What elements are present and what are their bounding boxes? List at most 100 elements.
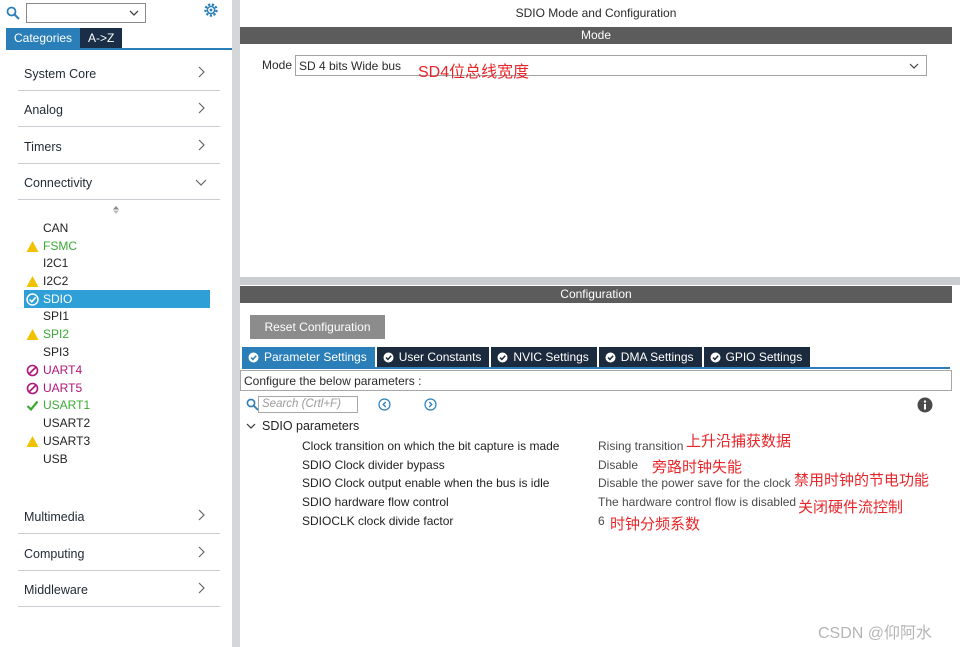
list-item-usart1[interactable]: USART1 [24, 396, 210, 414]
tab-gpio-settings[interactable]: GPIO Settings [703, 347, 811, 367]
list-item-spi2[interactable]: SPI2 [24, 325, 210, 343]
item-label: SPI1 [43, 309, 70, 323]
param-name[interactable]: SDIO Clock output enable when the bus is… [302, 476, 549, 490]
mode-annotation: SD4位总线宽度 [418, 64, 530, 81]
parameter-search-input[interactable]: Search (Crtl+F) [258, 396, 358, 413]
tab-user-constants[interactable]: User Constants [376, 347, 490, 367]
configure-hint: Configure the below parameters : [240, 370, 952, 391]
list-item-spi1[interactable]: SPI1 [24, 307, 210, 325]
category-timers[interactable]: Timers [18, 128, 220, 164]
param-name[interactable]: Clock transition on which the bit captur… [302, 439, 559, 453]
chevron-right-icon [198, 66, 205, 78]
param-value[interactable]: The hardware control flow is disabled [598, 495, 796, 509]
tab-dma-settings[interactable]: DMA Settings [598, 347, 702, 367]
category-system-core[interactable]: System Core [18, 55, 220, 91]
checkmark-icon [26, 400, 39, 412]
category-multimedia[interactable]: Multimedia [18, 498, 220, 534]
param-annotation: 时钟分频系数 [610, 516, 701, 533]
categories-panel: Categories A->Z System Core Analog Timer… [0, 0, 232, 647]
param-annotation: 禁用时钟的节电功能 [794, 472, 930, 489]
item-label: USART2 [43, 416, 91, 430]
reset-configuration-button[interactable]: Reset Configuration [250, 315, 385, 339]
warning-icon [26, 276, 39, 287]
tab-parameter-settings[interactable]: Parameter Settings [242, 347, 375, 367]
previous-result-icon[interactable] [378, 398, 391, 411]
tab-underline [6, 48, 232, 50]
mode-section-header: Mode [240, 27, 952, 44]
check-circle-icon [248, 352, 259, 362]
param-name[interactable]: SDIOCLK clock divide factor [302, 514, 453, 528]
info-icon[interactable] [917, 397, 933, 413]
parameter-search: Search (Crtl+F) [246, 396, 358, 413]
disabled-icon [26, 382, 39, 395]
item-label: I2C1 [43, 256, 69, 270]
watermark: CSDN @仰阿水 [818, 625, 933, 642]
item-label: SDIO [43, 292, 73, 306]
list-item-spi3[interactable]: SPI3 [24, 343, 210, 361]
list-item-i2c2[interactable]: I2C2 [24, 272, 210, 290]
list-item-usart3[interactable]: USART3 [24, 432, 210, 450]
next-result-icon[interactable] [424, 398, 437, 411]
category-computing[interactable]: Computing [18, 535, 220, 571]
tabs-underline [242, 367, 950, 369]
list-item-usb[interactable]: USB [24, 450, 210, 468]
panel-splitter[interactable] [232, 0, 240, 647]
check-circle-icon [26, 293, 39, 306]
check-circle-icon [710, 352, 720, 362]
tab-label: Parameter Settings [264, 350, 367, 364]
chevron-right-icon [198, 582, 205, 594]
chevron-right-icon [198, 546, 205, 558]
list-item-sdio[interactable]: SDIO [24, 290, 210, 308]
list-item-uart4[interactable]: UART4 [24, 361, 210, 379]
tab-label: NVIC Settings [513, 350, 589, 364]
list-item-uart5[interactable]: UART5 [24, 379, 210, 397]
mode-select[interactable]: SD 4 bits Wide bus [295, 55, 927, 76]
list-item-usart2[interactable]: USART2 [24, 414, 210, 432]
chevron-down-icon [246, 423, 256, 429]
tab-a-z[interactable]: A->Z [80, 28, 123, 48]
section-splitter[interactable] [240, 277, 960, 285]
param-value[interactable]: 6 [598, 514, 605, 528]
warning-icon [26, 436, 39, 447]
check-circle-icon [497, 352, 508, 362]
category-middleware[interactable]: Middleware [18, 571, 220, 607]
search-icon[interactable] [6, 6, 20, 20]
chevron-right-icon [198, 509, 205, 521]
item-label: SPI3 [43, 345, 70, 359]
tab-nvic-settings[interactable]: NVIC Settings [491, 347, 597, 367]
param-value[interactable]: Rising transition [598, 439, 683, 453]
chevron-right-icon [198, 139, 205, 151]
item-label: CAN [43, 221, 69, 235]
item-label: I2C2 [43, 274, 69, 288]
category-analog[interactable]: Analog [18, 91, 220, 127]
category-search-input[interactable] [26, 3, 146, 23]
param-name[interactable]: SDIO Clock divider bypass [302, 458, 445, 472]
configuration-section-header: Configuration [240, 286, 952, 303]
gear-icon[interactable] [202, 1, 220, 19]
list-item-fsmc[interactable]: FSMC [24, 237, 210, 255]
item-label: UART5 [43, 381, 83, 395]
page-title: SDIO Mode and Configuration [515, 6, 677, 20]
category-label: Timers [24, 140, 62, 154]
tab-label: DMA Settings [620, 350, 694, 364]
category-label: Multimedia [24, 510, 85, 524]
disabled-icon [26, 364, 39, 377]
list-item-i2c1[interactable]: I2C1 [24, 254, 210, 272]
param-name[interactable]: SDIO hardware flow control [302, 495, 449, 509]
chevron-down-icon [909, 63, 919, 69]
chevron-down-icon [195, 179, 207, 186]
param-value[interactable]: Disable [598, 458, 638, 472]
parameter-group-sdio[interactable]: SDIO parameters [246, 419, 359, 433]
category-connectivity[interactable]: Connectivity [18, 164, 220, 200]
tab-label: User Constants [398, 350, 482, 364]
list-item-can[interactable]: CAN [24, 219, 210, 237]
item-label: UART4 [43, 363, 83, 377]
tab-categories[interactable]: Categories [6, 28, 81, 48]
param-value[interactable]: Disable the power save for the clock [598, 476, 791, 490]
category-label: System Core [24, 67, 97, 81]
item-label: SPI2 [43, 327, 70, 341]
param-annotation: 上升沿捕获数据 [686, 433, 792, 450]
search-placeholder: Search (Crtl+F) [262, 398, 341, 410]
sort-icon[interactable] [112, 205, 120, 215]
warning-icon [26, 329, 39, 340]
